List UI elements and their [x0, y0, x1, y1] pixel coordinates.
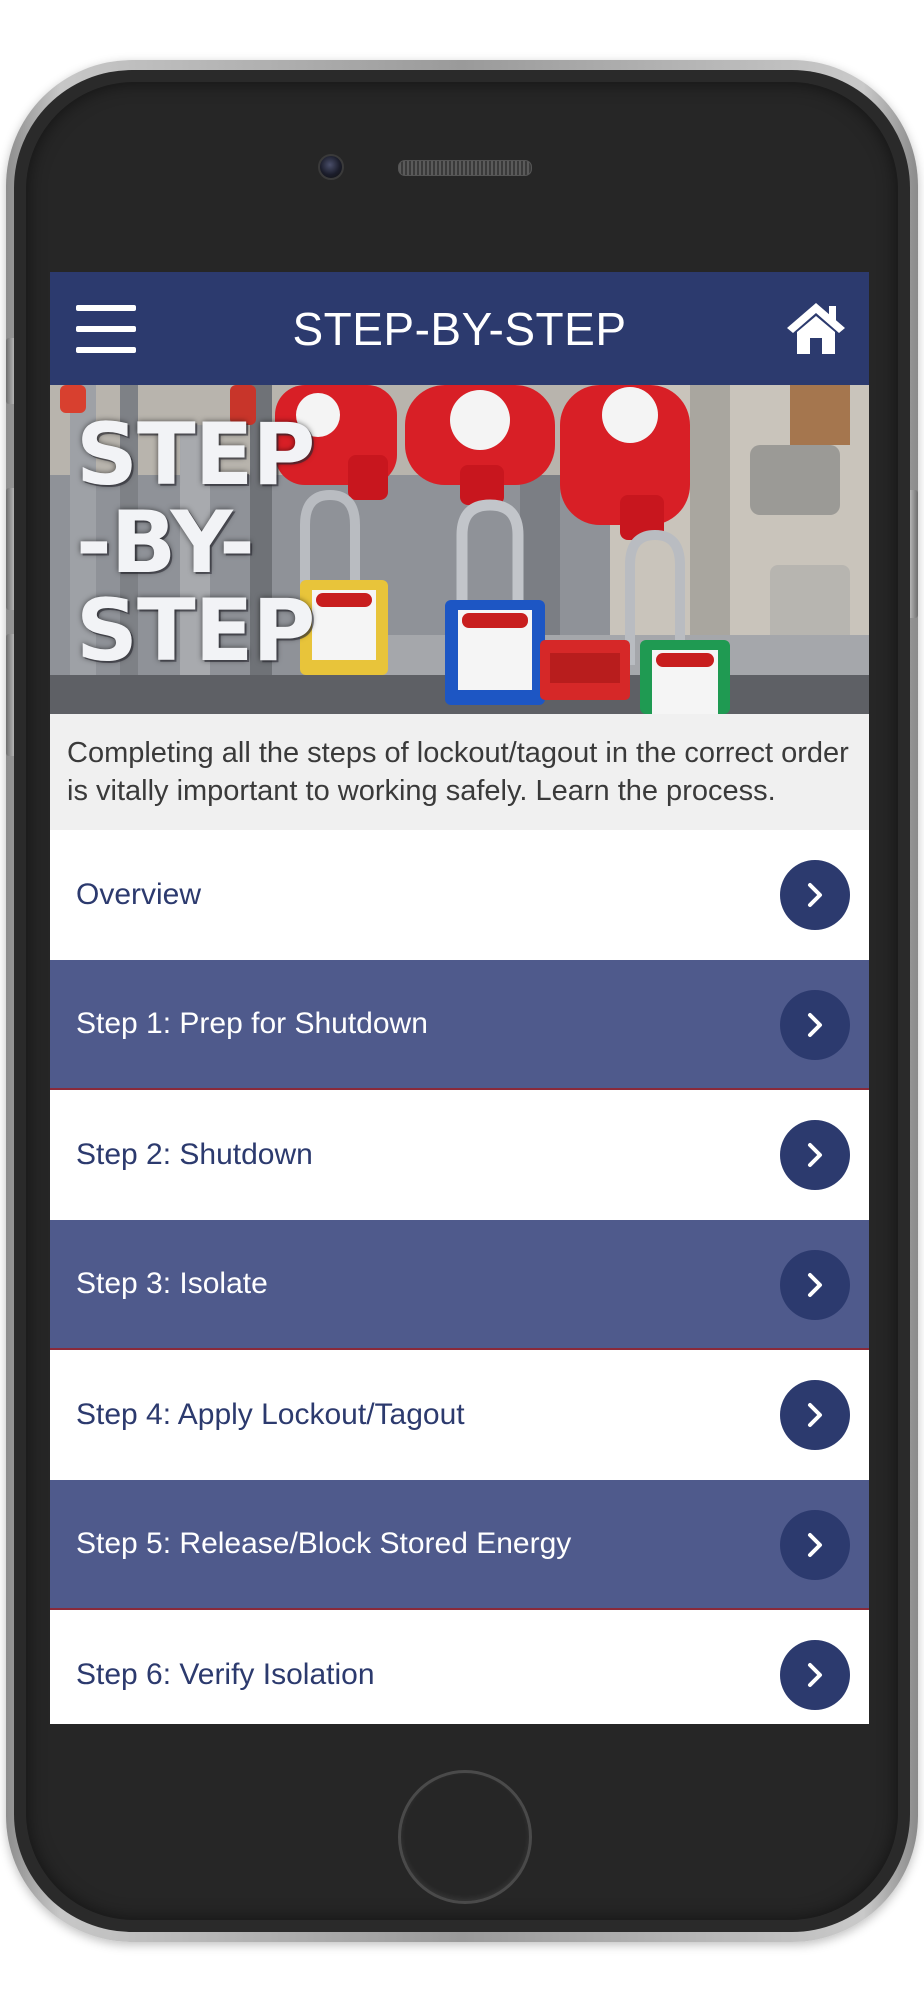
menu-item-label: Step 6: Verify Isolation	[76, 1658, 375, 1691]
menu-item-step-2[interactable]: Step 2: Shutdown	[50, 1090, 869, 1220]
chevron-right-icon[interactable]	[780, 1120, 850, 1190]
chevron-right-icon[interactable]	[780, 860, 850, 930]
volume-down-button	[6, 634, 14, 756]
menu-item-step-3[interactable]: Step 3: Isolate	[50, 1220, 869, 1350]
chevron-right-icon[interactable]	[780, 1510, 850, 1580]
app-header: STEP-BY-STEP	[50, 272, 869, 385]
chevron-right-icon[interactable]	[780, 1250, 850, 1320]
chevron-right-icon[interactable]	[780, 1380, 850, 1450]
menu-item-step-1[interactable]: Step 1: Prep for Shutdown	[50, 960, 869, 1090]
menu-item-label: Overview	[76, 878, 202, 911]
menu-item-step-6[interactable]: Step 6: Verify Isolation	[50, 1610, 869, 1724]
menu-item-step-5[interactable]: Step 5: Release/Block Stored Energy	[50, 1480, 869, 1610]
hamburger-icon[interactable]	[76, 305, 136, 353]
menu-item-label: Step 3: Isolate	[76, 1267, 268, 1300]
hero-title: STEP -BY- STEP	[76, 405, 315, 681]
page-title: STEP-BY-STEP	[292, 302, 627, 355]
menu-item-label: Step 2: Shutdown	[76, 1138, 313, 1171]
app-screen: STEP-BY-STEP STEP -BY- STEP Completing a…	[50, 272, 869, 1724]
intro-text: Completing all the steps of lockout/tago…	[50, 714, 869, 830]
hero-banner: STEP -BY- STEP	[50, 385, 869, 714]
menu-item-overview[interactable]: Overview	[50, 830, 869, 960]
earpiece-speaker	[398, 160, 532, 176]
chevron-right-icon[interactable]	[780, 1640, 850, 1710]
home-icon[interactable]	[785, 300, 847, 356]
menu-item-step-4[interactable]: Step 4: Apply Lockout/Tagout	[50, 1350, 869, 1480]
menu-item-label: Step 4: Apply Lockout/Tagout	[76, 1398, 465, 1431]
menu-item-label: Step 5: Release/Block Stored Energy	[76, 1527, 572, 1560]
volume-up-button	[6, 488, 14, 610]
chevron-right-icon[interactable]	[780, 990, 850, 1060]
device-home-button[interactable]	[398, 1770, 532, 1904]
front-camera	[318, 154, 344, 180]
device-mockup: STEP-BY-STEP STEP -BY- STEP Completing a…	[0, 0, 924, 2000]
mute-switch	[6, 338, 14, 404]
step-menu: Overview Step 1: Prep for Shutdown Step …	[50, 830, 869, 1724]
menu-item-label: Step 1: Prep for Shutdown	[76, 1007, 428, 1040]
power-button	[910, 490, 918, 618]
